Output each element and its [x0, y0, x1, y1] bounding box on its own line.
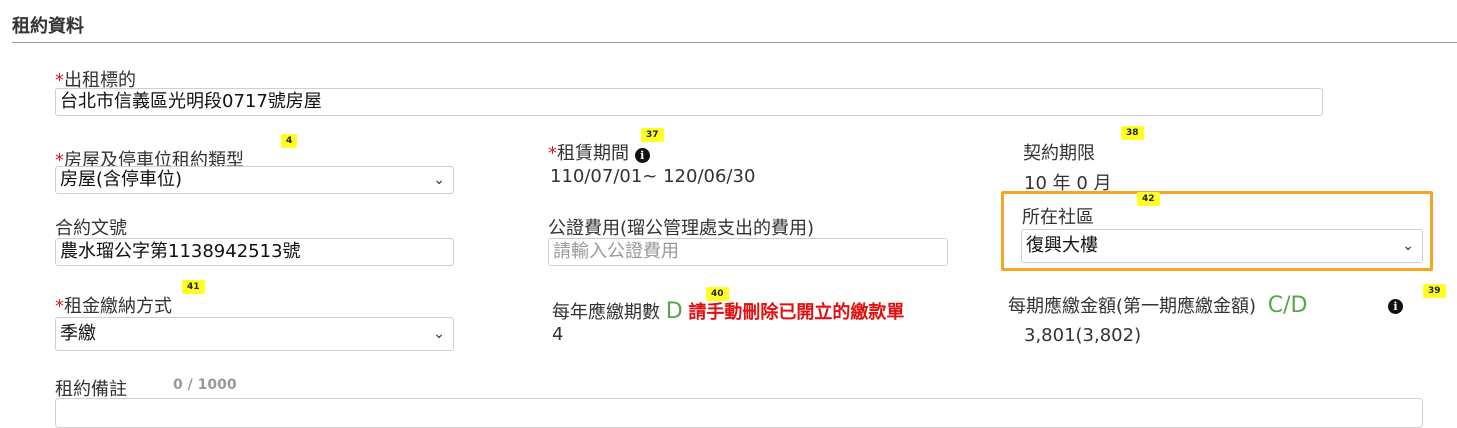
info-circle-icon[interactable]: i: [634, 148, 650, 163]
section-title: 租約資料: [12, 16, 84, 37]
payment-method-label: *租金繳納方式: [55, 292, 172, 318]
info-circle-icon[interactable]: i: [1388, 299, 1403, 314]
lease-period-label-text: 租賃期間: [557, 143, 629, 164]
chevron-down-icon: ⌄: [1402, 238, 1414, 254]
formula-tag: C/D: [1267, 293, 1308, 318]
period-amount-label: 每期應繳金額(第一期應繳金額) C/D: [1008, 292, 1308, 318]
notes-textarea[interactable]: [55, 398, 1423, 428]
field-number-badge: 42: [1137, 192, 1160, 206]
field-number-badge: 37: [641, 128, 664, 142]
field-number-badge: 38: [1121, 126, 1144, 140]
field-number-badge: 40: [706, 287, 729, 301]
payment-method-label-text: 租金繳納方式: [64, 296, 172, 317]
annual-periods-label-text: 每年應繳期數: [552, 302, 660, 323]
contract-no-field[interactable]: 農水瑠公字第1138942513號: [55, 238, 454, 266]
formula-tag: D: [665, 299, 683, 324]
lease-period-value: 110/07/01~ 120/06/30: [550, 166, 756, 187]
required-mark: *: [55, 296, 64, 317]
period-amount-info: i: [1388, 295, 1403, 314]
lease-type-value: 房屋(含停車位): [60, 169, 183, 190]
community-select[interactable]: 復興大樓 ⌄: [1021, 229, 1423, 263]
payment-method-select[interactable]: 季繳 ⌄: [55, 317, 454, 351]
payment-method-value: 季繳: [60, 323, 96, 344]
chevron-down-icon: ⌄: [433, 326, 445, 342]
annual-periods-label: 每年應繳期數 D 請手動刪除已開立的繳款單: [552, 298, 904, 324]
chevron-down-icon: ⌄: [433, 172, 445, 188]
annual-periods-value: 4: [552, 324, 564, 345]
public-fee-input[interactable]: 請輸入公證費用: [548, 238, 948, 266]
field-number-badge: 39: [1423, 284, 1446, 298]
public-fee-label: 公證費用(瑠公管理處支出的費用): [548, 218, 815, 239]
lease-period-label: *租賃期間 i: [548, 139, 650, 165]
contract-no-label: 合約文號: [55, 218, 127, 239]
field-number-badge: 41: [182, 280, 205, 294]
contract-term-label: 契約期限: [1023, 143, 1095, 164]
required-mark: *: [548, 143, 557, 164]
field-number-badge: 4: [281, 134, 298, 148]
warning-text: 請手動刪除已開立的繳款單: [688, 302, 905, 323]
community-label: 所在社區: [1022, 207, 1094, 228]
period-amount-label-text: 每期應繳金額(第一期應繳金額): [1008, 296, 1257, 317]
section-divider: [12, 42, 1457, 43]
notes-char-counter: 0 / 1000: [173, 377, 237, 393]
community-value: 復興大樓: [1026, 235, 1098, 256]
period-amount-value: 3,801(3,802): [1024, 325, 1142, 346]
rental-target-field[interactable]: 台北市信義區光明段0717號房屋: [55, 88, 1323, 116]
lease-type-select[interactable]: 房屋(含停車位) ⌄: [55, 166, 454, 194]
